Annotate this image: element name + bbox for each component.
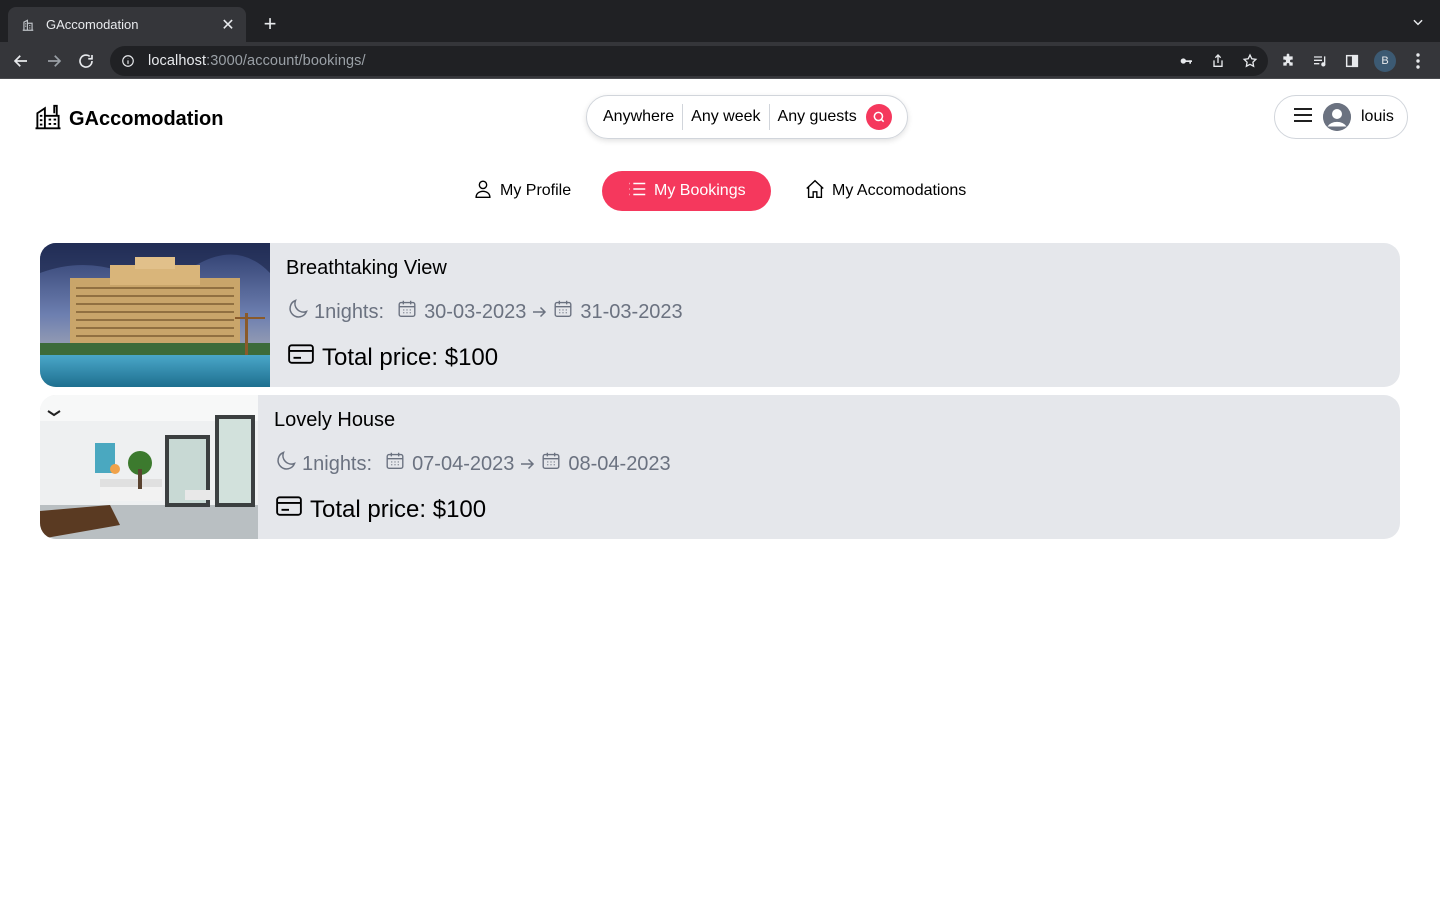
- credit-card-icon: [274, 491, 304, 528]
- key-icon[interactable]: [1176, 51, 1196, 71]
- total-price: Total price: $100: [310, 495, 487, 523]
- check-in-date: 30-03-2023: [424, 300, 527, 323]
- logo-text: GAccomodation: [69, 108, 224, 130]
- moon-icon: [274, 449, 298, 479]
- kebab-menu-icon[interactable]: [1408, 51, 1428, 71]
- building-favicon-icon: [20, 17, 36, 33]
- moon-icon: [286, 297, 310, 327]
- search-where[interactable]: Anywhere: [603, 108, 682, 126]
- credit-card-icon: [286, 339, 316, 376]
- tab-title: GAccomodation: [46, 17, 139, 32]
- check-out-date: 31-03-2023: [580, 300, 683, 323]
- booking-details: Breathtaking View 1nights: 30-03-2023 31…: [270, 243, 699, 387]
- close-tab-icon[interactable]: ✕: [220, 17, 236, 34]
- chevron-down-icon[interactable]: [1410, 14, 1426, 30]
- total-price: Total price: $100: [322, 343, 499, 371]
- booking-card[interactable]: Breathtaking View 1nights: 30-03-2023 31…: [40, 243, 1400, 387]
- calendar-icon: [540, 450, 562, 478]
- list-icon: [626, 178, 648, 205]
- calendar-icon: [396, 298, 418, 326]
- forward-arrow-icon[interactable]: [41, 48, 67, 74]
- booking-title: Breathtaking View: [286, 257, 447, 279]
- url-text: localhost:3000/account/bookings/: [148, 53, 366, 69]
- avatar: [1323, 103, 1351, 131]
- address-bar[interactable]: localhost:3000/account/bookings/: [110, 46, 1268, 76]
- booking-card[interactable]: Lovely House 1nights: 07-04-2023 08-04-2…: [40, 395, 1400, 539]
- nights-count: 1nights:: [302, 452, 373, 475]
- extensions-puzzle-icon[interactable]: [1278, 51, 1298, 71]
- tab-label: My Accomodations: [832, 182, 967, 199]
- browser-tab-bar: GAccomodation ✕ +: [0, 0, 1440, 42]
- calendar-icon: [552, 298, 574, 326]
- check-in-date: 07-04-2023: [412, 452, 515, 475]
- tab-my-bookings[interactable]: My Bookings: [602, 171, 771, 211]
- share-icon[interactable]: [1208, 51, 1228, 71]
- browser-toolbar: localhost:3000/account/bookings/ B: [0, 42, 1440, 79]
- booking-photo: [40, 243, 270, 387]
- tab-label: My Bookings: [654, 182, 746, 199]
- user-menu-button[interactable]: louis: [1274, 95, 1408, 139]
- tab-my-profile[interactable]: My Profile: [448, 171, 595, 211]
- app-header: GAccomodation Anywhere Any week Any gues…: [0, 79, 1440, 159]
- reload-icon[interactable]: [73, 48, 99, 74]
- check-out-date: 08-04-2023: [568, 452, 671, 475]
- user-name: louis: [1361, 108, 1394, 125]
- booking-dates: 1nights: 30-03-2023 31-03-2023: [286, 297, 683, 327]
- search-who[interactable]: Any guests: [770, 108, 865, 126]
- account-nav: My Profile My Bookings My Accomodations: [0, 171, 1440, 211]
- search-button[interactable]: [865, 104, 892, 130]
- search-icon: [873, 111, 884, 123]
- search-bar[interactable]: Anywhere Any week Any guests: [586, 95, 908, 139]
- side-panel-icon[interactable]: [1342, 51, 1362, 71]
- nights-count: 1nights:: [314, 300, 385, 323]
- building-icon: [33, 102, 63, 137]
- booking-price: Total price: $100: [286, 339, 683, 376]
- back-arrow-icon[interactable]: [8, 48, 34, 74]
- tab-label: My Profile: [500, 182, 572, 199]
- booking-photo: [40, 395, 258, 539]
- home-icon: [804, 178, 826, 205]
- user-icon: [472, 178, 494, 205]
- booking-title: Lovely House: [274, 409, 396, 431]
- hamburger-menu-icon: [1293, 107, 1313, 128]
- booking-dates: 1nights: 07-04-2023 08-04-2023: [274, 449, 671, 479]
- arrow-right-icon: [518, 455, 536, 473]
- booking-price: Total price: $100: [274, 491, 671, 528]
- arrow-right-icon: [530, 303, 548, 321]
- browser-tab[interactable]: GAccomodation ✕: [8, 7, 246, 42]
- search-when[interactable]: Any week: [683, 108, 768, 126]
- new-tab-icon[interactable]: +: [258, 11, 282, 36]
- logo[interactable]: GAccomodation: [33, 102, 223, 137]
- booking-details: Lovely House 1nights: 07-04-2023 08-04-2…: [258, 395, 687, 539]
- star-icon[interactable]: [1240, 51, 1260, 71]
- media-queue-icon[interactable]: [1310, 51, 1330, 71]
- info-icon[interactable]: [120, 53, 136, 69]
- tab-my-accomodations[interactable]: My Accomodations: [780, 171, 990, 211]
- calendar-icon: [384, 450, 406, 478]
- browser-profile-avatar[interactable]: B: [1374, 50, 1396, 72]
